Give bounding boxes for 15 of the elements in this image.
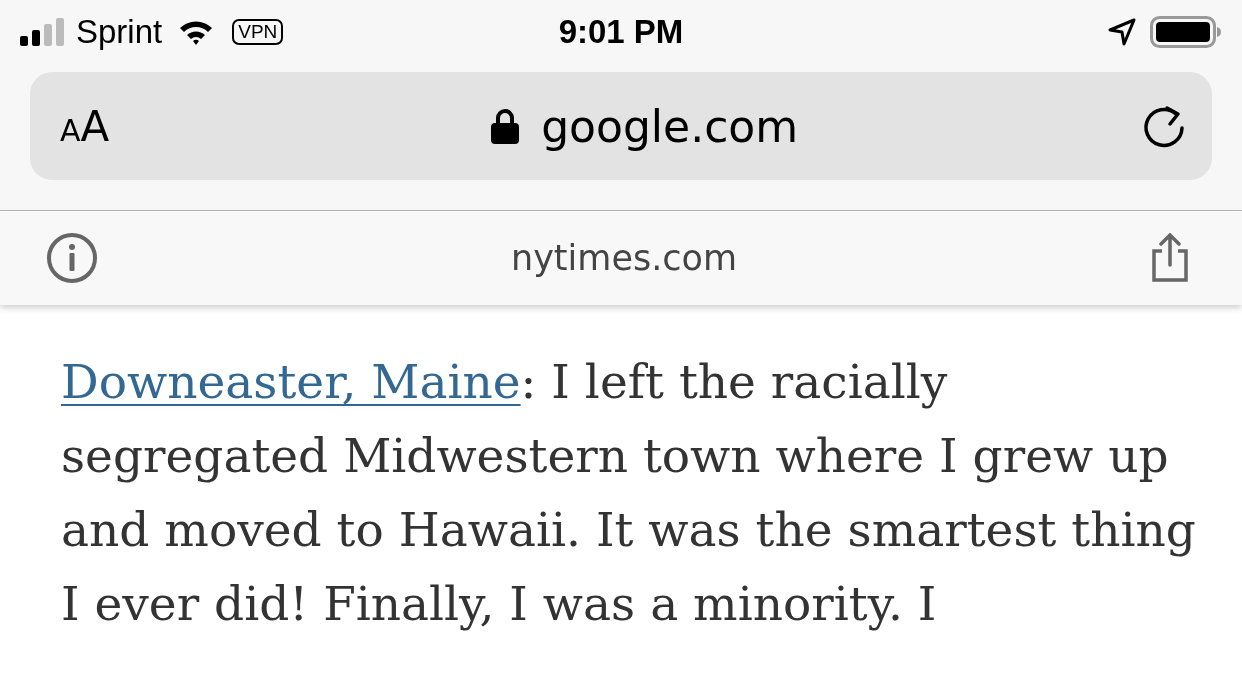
site-domain: nytimes.com xyxy=(510,238,738,278)
share-icon[interactable] xyxy=(1150,233,1190,283)
status-time: 9:01 PM xyxy=(558,13,684,51)
battery-icon xyxy=(1150,16,1222,48)
url-text: google.com xyxy=(541,100,799,152)
signal-icon xyxy=(20,18,64,46)
address-bar[interactable]: AA google.com xyxy=(30,72,1212,180)
location-arrow-icon xyxy=(1108,18,1136,46)
text-size-button[interactable]: AA xyxy=(60,101,110,151)
carrier-name: Sprint xyxy=(76,13,163,51)
info-icon[interactable] xyxy=(46,232,98,284)
article-paragraph: Downeaster, Maine: I left the racially segregated Midwestern town where I grew up and moved to Hawaii. It was the smartest thing I ever did! Finally, I was a minority. I xyxy=(61,353,1197,633)
vpn-badge: VPN xyxy=(232,19,284,45)
article-link[interactable]: Downeaster, Maine xyxy=(61,354,521,409)
lock-icon xyxy=(491,108,520,144)
